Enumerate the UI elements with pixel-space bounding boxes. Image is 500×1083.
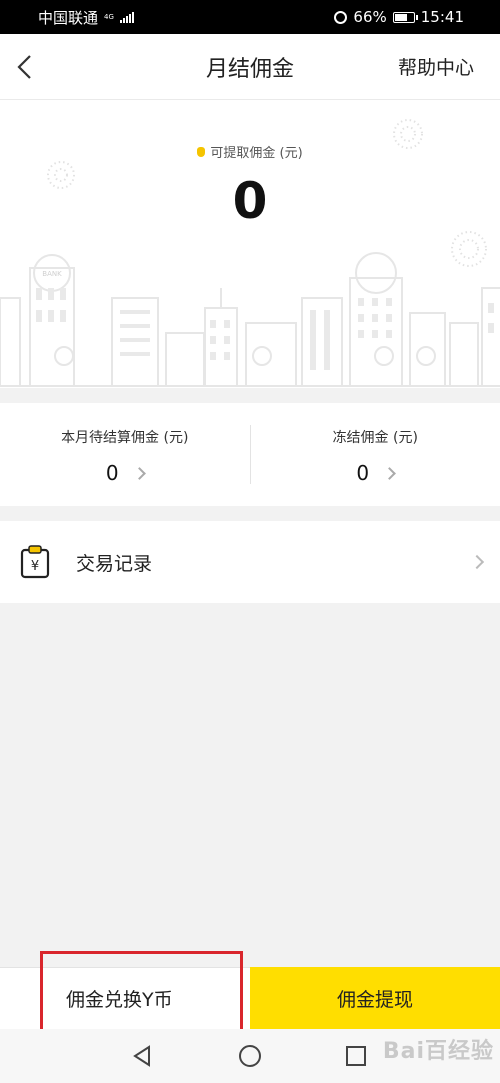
system-recent-apps-icon[interactable] (346, 1046, 366, 1066)
clock: 15:41 (420, 8, 464, 26)
firework-decoration (47, 161, 75, 189)
pending-commission-item[interactable]: 本月待结算佣金 (元) 0 (0, 403, 250, 506)
battery-icon (392, 11, 418, 23)
transaction-records-row[interactable]: ¥ 交易记录 (0, 521, 500, 603)
hero-panel: 可提取佣金 (元) 0 BANK (0, 100, 500, 388)
frozen-commission-label: 冻结佣金 (元) (332, 430, 418, 446)
bank-sign: BANK (42, 270, 62, 278)
frozen-commission-item[interactable]: 冻结佣金 (元) 0 (251, 403, 500, 506)
chevron-right-icon (132, 466, 146, 480)
money-bag-icon (197, 146, 206, 157)
pending-commission-row: 0 (105, 461, 146, 485)
exchange-ycoin-button[interactable]: 佣金兑换Y币 (0, 967, 250, 1029)
withdraw-button[interactable]: 佣金提现 (250, 967, 500, 1029)
help-center-link[interactable]: 帮助中心 (398, 53, 474, 80)
frozen-commission-value: 0 (356, 461, 370, 485)
alarm-icon (334, 10, 348, 24)
mascot-emblem (355, 252, 397, 294)
system-back-icon[interactable] (131, 1045, 153, 1067)
nav-bar: 月结佣金 帮助中心 (0, 34, 500, 100)
receipt-yuan-icon: ¥ (20, 545, 50, 579)
battery-percent: 66% (353, 8, 387, 26)
pending-commission-value: 0 (105, 461, 119, 485)
firework-decoration (451, 231, 487, 267)
records-icon-glyph: ¥ (31, 559, 39, 574)
status-bar: 中国联通 4G 66% 15:41 (0, 0, 500, 34)
chevron-right-icon (469, 554, 485, 570)
carrier-name: 中国联通 (38, 8, 99, 27)
firework-decoration (393, 119, 423, 149)
back-arrow-icon[interactable] (14, 52, 38, 82)
frozen-commission-row: 0 (356, 461, 396, 485)
transaction-records-label: 交易记录 (76, 552, 153, 575)
baidu-watermark: Bai百经验 (382, 1039, 494, 1064)
signal-icon (119, 11, 134, 23)
status-right: 66% 15:41 (334, 8, 464, 26)
bottom-action-bar: 佣金兑换Y币 佣金提现 (0, 967, 500, 1029)
status-left: 中国联通 4G (38, 7, 134, 28)
withdrawable-label-text: 可提取佣金 (元) (210, 146, 303, 161)
system-home-icon[interactable] (239, 1045, 261, 1067)
chevron-right-icon (383, 466, 396, 480)
commission-stats: 本月待结算佣金 (元) 0 冻结佣金 (元) 0 (0, 403, 500, 506)
city-skyline-illustration: BANK (0, 252, 500, 387)
network-type: 4G (104, 12, 114, 21)
pending-commission-label: 本月待结算佣金 (元) (61, 430, 189, 446)
